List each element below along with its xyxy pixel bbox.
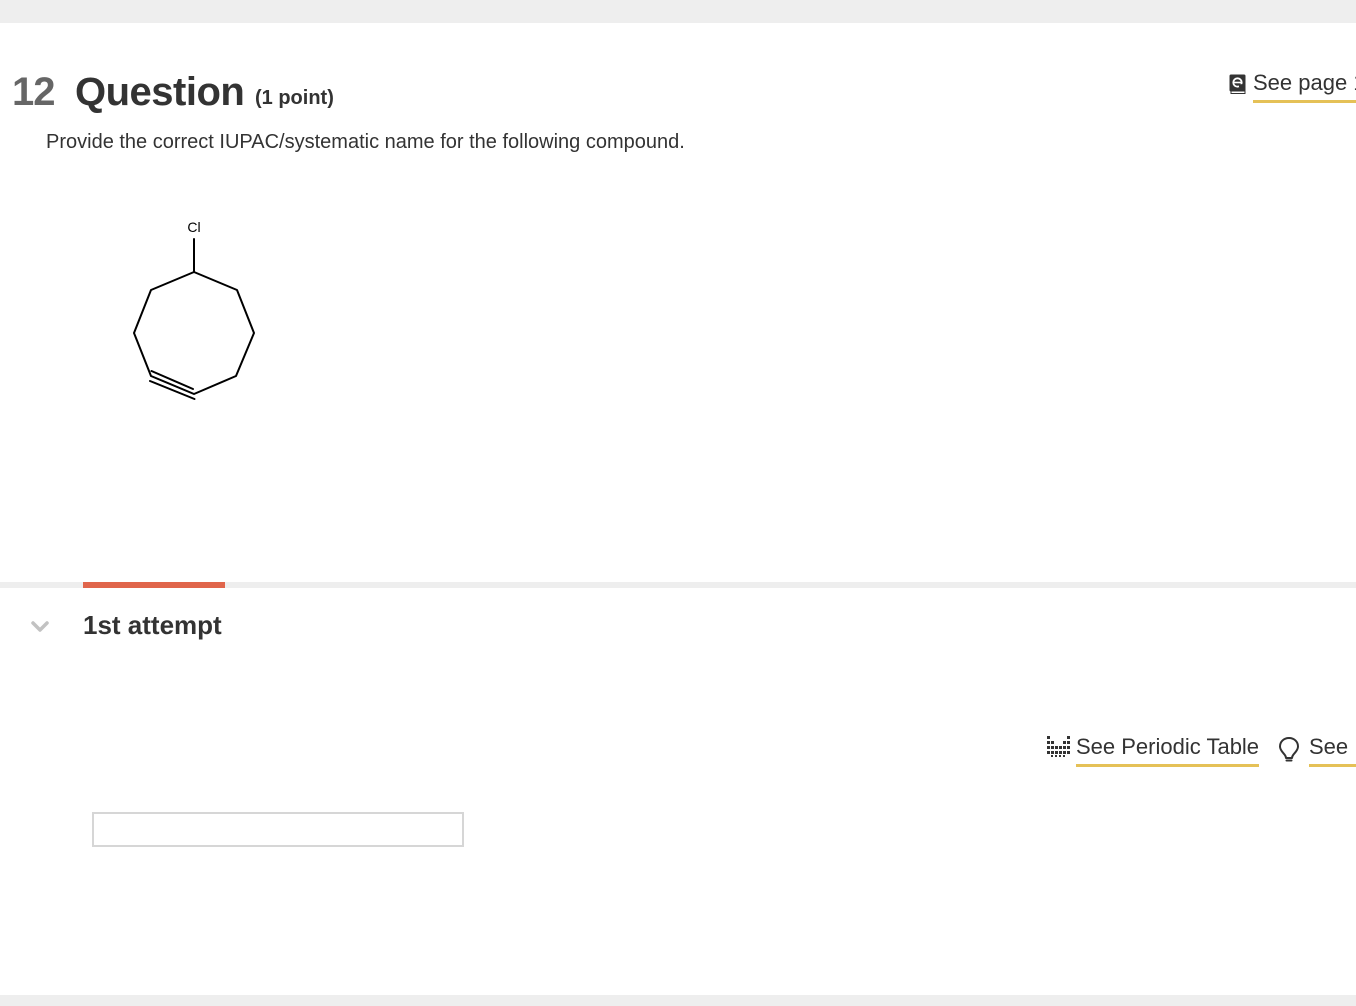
attempt-marker: [83, 582, 225, 588]
question-number: 12: [12, 70, 55, 114]
periodic-table-label: See Periodic Table: [1076, 732, 1260, 767]
answer-input[interactable]: [92, 812, 464, 847]
lightbulb-icon: [1279, 737, 1299, 762]
periodic-table-link[interactable]: See Periodic Table: [1047, 732, 1260, 768]
bottom-bar: [0, 995, 1356, 1006]
hint-link[interactable]: See Hint: [1278, 732, 1356, 768]
chlorocyclooctyne-structure: Cl: [133, 219, 255, 400]
question-points: (1 point): [255, 87, 334, 109]
ring-bonds: [133, 238, 255, 400]
chevron-down-icon[interactable]: [29, 616, 51, 636]
attempt-label: 1st attempt: [83, 610, 222, 640]
ebook-icon: [1229, 74, 1246, 94]
chlorine-label: Cl: [187, 219, 200, 235]
periodic-table-icon: [1047, 736, 1070, 757]
hint-label: See Hint: [1309, 732, 1356, 767]
top-bar: [0, 0, 1356, 23]
see-page-label: See page 1: [1253, 68, 1356, 103]
question-prompt: Provide the correct IUPAC/systematic nam…: [46, 131, 685, 153]
question-title: Question: [75, 70, 245, 114]
